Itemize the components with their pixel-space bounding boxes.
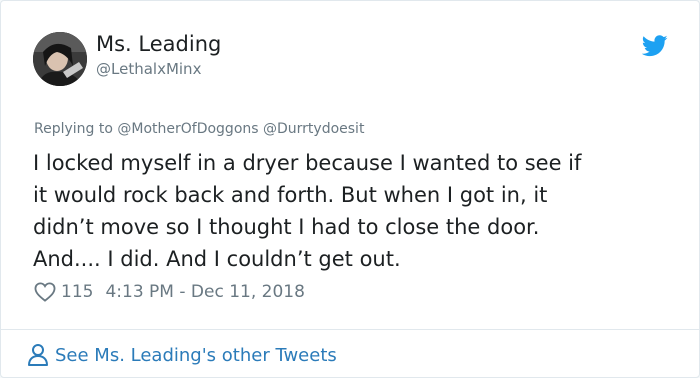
tweet-text-line: I locked myself in a dryer because I wan… — [33, 151, 582, 175]
twitter-bird-icon[interactable] — [642, 34, 668, 58]
divider — [1, 329, 699, 330]
timestamp[interactable]: 4:13 PM - Dec 11, 2018 — [105, 282, 304, 302]
tweet-text-line: didn’t move so I thought I had to close … — [33, 215, 540, 239]
like-count[interactable]: 115 — [61, 282, 93, 302]
tweet-text-line: And.... I did. And I couldn’t get out. — [33, 247, 401, 271]
other-tweets-label[interactable]: See Ms. Leading's other Tweets — [55, 345, 337, 366]
tweet-text: I locked myself in a dryer because I wan… — [33, 147, 683, 275]
tweet-text-line: it would rock back and forth. But when I… — [33, 183, 548, 207]
other-tweets-link[interactable]: See Ms. Leading's other Tweets — [27, 341, 337, 369]
tweet-card: Ms. Leading @LethalxMinx Replying to @Mo… — [0, 0, 700, 378]
heart-icon[interactable] — [34, 282, 56, 302]
person-icon — [27, 343, 49, 367]
avatar-photo — [33, 32, 87, 86]
avatar[interactable] — [33, 32, 87, 86]
reply-context[interactable]: Replying to @MotherOfDoggons @Durrtydoes… — [34, 121, 364, 137]
author-name[interactable]: Ms. Leading — [96, 32, 221, 56]
tweet-meta: 115 4:13 PM - Dec 11, 2018 — [34, 280, 305, 304]
author-handle[interactable]: @LethalxMinx — [96, 60, 201, 78]
